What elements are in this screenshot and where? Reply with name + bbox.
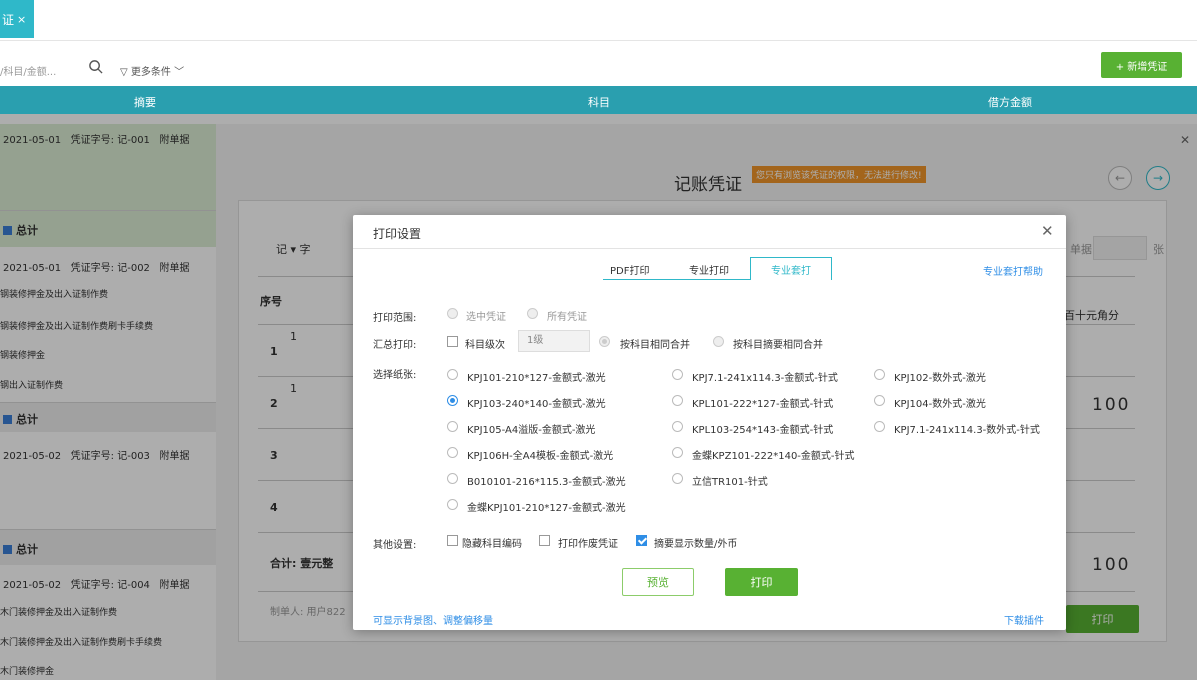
paper-option: 立信TR101-针式 xyxy=(692,477,768,488)
paper-option: KPJ7.1-241x114.3-金额式-针式 xyxy=(692,373,838,384)
print-range-label: 打印范围: xyxy=(373,313,417,324)
tab-pdf-print[interactable]: PDF打印 xyxy=(610,262,649,277)
filter-label: 更多条件 xyxy=(130,67,171,78)
radio-all-voucher[interactable] xyxy=(527,308,538,319)
background-offset-link[interactable]: 可显示背景图、调整偏移量 xyxy=(373,612,493,627)
close-icon[interactable]: × xyxy=(17,13,26,26)
print-settings-dialog: 打印设置 ✕ PDF打印 专业打印 专业套打 专业套打帮助 打印范围: 选中凭证… xyxy=(353,215,1066,630)
filter-icon: ▽ xyxy=(120,67,128,78)
add-voucher-button[interactable]: + 新增凭证 xyxy=(1101,52,1182,78)
summary-label: 汇总打印: xyxy=(373,340,417,351)
more-filter-button[interactable]: ▽ 更多条件 ﹀ xyxy=(120,63,184,78)
paper-option: KPJ106H-全A4模板-金额式-激光 xyxy=(467,451,614,462)
paper-option: KPJ101-210*127-金额式-激光 xyxy=(467,373,606,384)
radio-merge-subject[interactable] xyxy=(599,336,610,347)
other-settings-label: 其他设置: xyxy=(373,540,417,551)
subject-level-select[interactable]: 1级 xyxy=(518,330,590,352)
col-debit: 借方金额 xyxy=(988,96,1032,109)
paper-option: KPJ105-A4溢版-金额式-激光 xyxy=(467,425,596,436)
dialog-title: 打印设置 xyxy=(373,227,422,241)
option-label: 摘要显示数量/外币 xyxy=(654,539,738,550)
radio-merge-subject-summary[interactable] xyxy=(713,336,724,347)
radio-paper[interactable] xyxy=(447,395,458,406)
radio-paper[interactable] xyxy=(447,499,458,510)
radio-selected-voucher[interactable] xyxy=(447,308,458,319)
radio-paper[interactable] xyxy=(874,421,885,432)
chevron-down-icon: ﹀ xyxy=(174,67,185,78)
show-quantity-checkbox[interactable] xyxy=(636,535,647,546)
paper-option: B010101-216*115.3-金额式-激光 xyxy=(467,477,626,488)
tab-pro-template-print[interactable]: 专业套打 xyxy=(750,257,832,280)
radio-paper[interactable] xyxy=(447,421,458,432)
preview-button[interactable]: 预览 xyxy=(622,568,694,596)
option-label: 隐藏科目编码 xyxy=(462,539,522,550)
radio-paper[interactable] xyxy=(672,369,683,380)
paper-option: KPJ103-240*140-金额式-激光 xyxy=(467,399,606,410)
download-plugin-link[interactable]: 下载插件 xyxy=(1004,612,1044,627)
paper-option: KPJ102-数外式-激光 xyxy=(894,373,986,384)
search-icon[interactable] xyxy=(88,59,103,74)
option-label: 打印作废凭证 xyxy=(558,539,618,550)
paper-option: KPL101-222*127-金额式-针式 xyxy=(692,399,834,410)
radio-paper[interactable] xyxy=(447,369,458,380)
paper-option: KPL103-254*143-金额式-针式 xyxy=(692,425,834,436)
option-label: 所有凭证 xyxy=(547,312,587,323)
tab-label: 证 xyxy=(2,12,15,27)
radio-paper[interactable] xyxy=(874,369,885,380)
subject-level-checkbox[interactable] xyxy=(447,336,458,347)
print-button[interactable]: 打印 xyxy=(725,568,798,596)
col-summary: 摘要 xyxy=(134,96,156,109)
subject-level-label: 科目级次 xyxy=(465,340,505,351)
radio-paper[interactable] xyxy=(672,395,683,406)
close-icon[interactable]: ✕ xyxy=(1041,222,1054,240)
divider xyxy=(353,248,1066,249)
hide-code-checkbox[interactable] xyxy=(447,535,458,546)
paper-option: KPJ104-数外式-激光 xyxy=(894,399,986,410)
radio-paper[interactable] xyxy=(874,395,885,406)
radio-paper[interactable] xyxy=(672,421,683,432)
paper-option: 金蝶KPZ101-222*140-金额式-针式 xyxy=(692,451,855,462)
option-label: 选中凭证 xyxy=(466,312,506,323)
table-header: 摘要 科目 借方金额 xyxy=(0,86,1197,114)
search-input[interactable]: /科目/金额... xyxy=(0,63,56,78)
paper-option: KPJ7.1-241x114.3-数外式-针式 xyxy=(894,425,1040,436)
tab-voucher[interactable]: 证 × xyxy=(0,0,34,38)
col-subject: 科目 xyxy=(588,96,610,109)
radio-paper[interactable] xyxy=(447,447,458,458)
option-label: 按科目相同合并 xyxy=(620,340,690,351)
radio-paper[interactable] xyxy=(447,473,458,484)
paper-label: 选择纸张: xyxy=(373,370,417,381)
tab-pro-print[interactable]: 专业打印 xyxy=(689,262,729,277)
paper-option: 金蝶KPJ101-210*127-金额式-激光 xyxy=(467,503,626,514)
print-void-checkbox[interactable] xyxy=(539,535,550,546)
help-link[interactable]: 专业套打帮助 xyxy=(983,263,1043,278)
option-label: 按科目摘要相同合并 xyxy=(733,340,823,351)
top-tab-bar xyxy=(0,0,1197,41)
radio-paper[interactable] xyxy=(672,473,683,484)
radio-paper[interactable] xyxy=(672,447,683,458)
